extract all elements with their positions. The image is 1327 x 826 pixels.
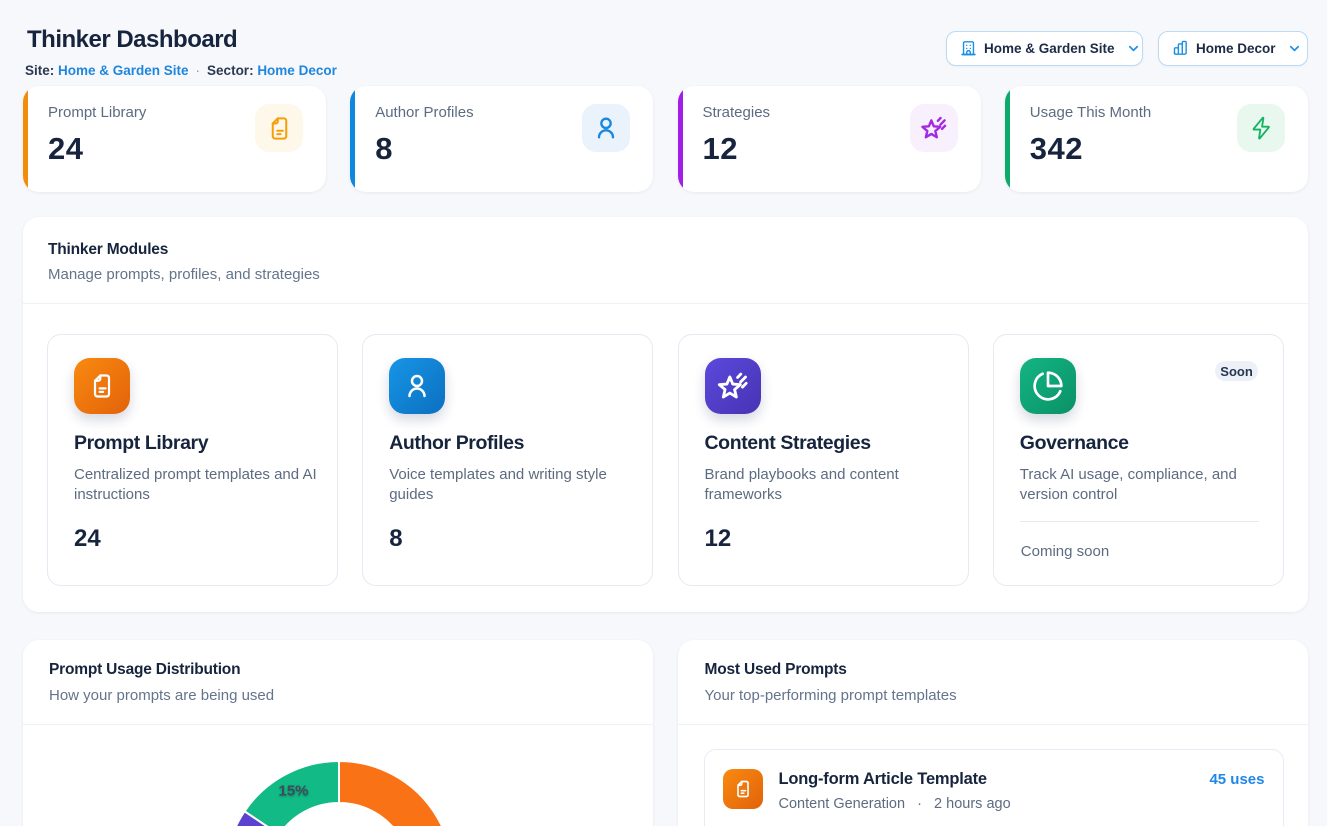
svg-text:15%: 15% (278, 783, 308, 800)
